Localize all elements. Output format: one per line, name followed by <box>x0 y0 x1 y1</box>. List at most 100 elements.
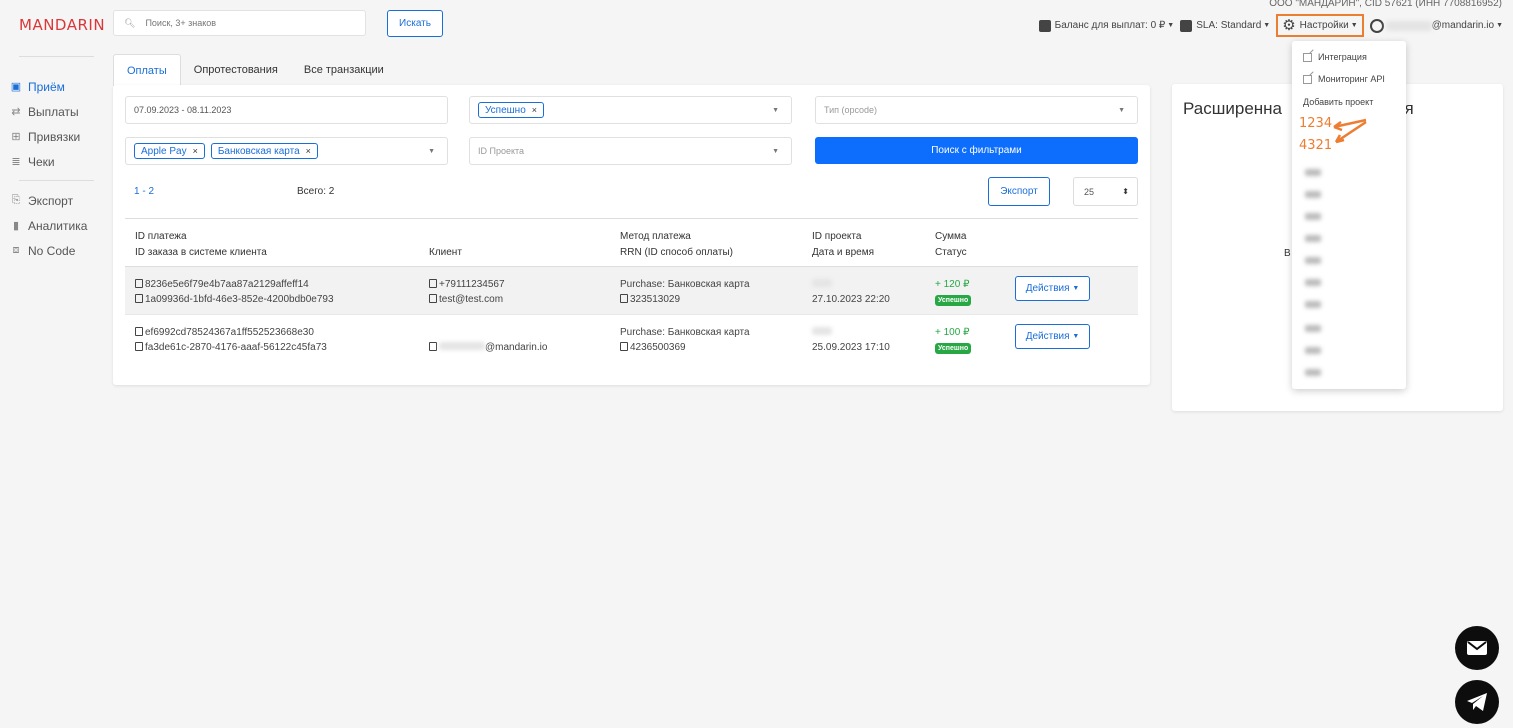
copy-icon[interactable] <box>620 294 628 303</box>
close-icon[interactable]: × <box>532 105 537 115</box>
menu-item-integration[interactable]: Интеграция <box>1303 52 1367 62</box>
sidebar-item-bindings[interactable]: ⊞ Привязки <box>9 124 109 149</box>
project-item-redacted[interactable] <box>1305 301 1321 308</box>
project-item-redacted[interactable] <box>1305 279 1321 286</box>
check-icon: ≣ <box>11 156 21 168</box>
project-id-select[interactable]: ID Проекта ▼ <box>469 137 792 165</box>
filter-search-button[interactable]: Поиск с фильтрами <box>815 137 1138 164</box>
sidebar-item-nocode[interactable]: ⧈ No Code <box>9 238 109 263</box>
sidebar-item-export[interactable]: ⎘ Экспорт <box>9 188 109 213</box>
sort-arrows-icon: ⬍ <box>1122 187 1129 196</box>
cell-client: +79111234567 test@test.com <box>429 277 505 307</box>
logo[interactable]: MANDARIN <box>19 16 105 34</box>
company-info: ООО "МАНДАРИН", CID 57621 (ИНН 770881695… <box>1269 0 1502 9</box>
project-item-redacted[interactable] <box>1305 369 1321 376</box>
sidebar-divider <box>19 56 94 57</box>
topbar: Баланс для выплат: 0 ₽ ▼ SLA: Standard ▼… <box>1033 14 1503 37</box>
copy-icon[interactable] <box>135 294 143 303</box>
method-tag-bank-card[interactable]: Банковская карта × <box>210 143 318 159</box>
balance-label: Баланс для выплат: 0 ₽ <box>1054 20 1166 31</box>
copy-icon[interactable] <box>135 327 143 336</box>
actions-button[interactable]: Действия ▼ <box>1015 324 1090 349</box>
method-tag-apple-pay[interactable]: Apple Pay × <box>134 143 205 159</box>
date-range-field[interactable]: 07.09.2023 - 08.11.2023 <box>125 96 448 124</box>
project-item-redacted[interactable] <box>1305 325 1321 332</box>
order-id: 1a09936d-1bfd-46e3-852e-4200bdb0e793 <box>145 294 334 305</box>
sidebar-item-analytics[interactable]: ▮ Аналитика <box>9 213 109 238</box>
header-label: RRN (ID способ оплаты) <box>620 247 733 258</box>
project-item-redacted[interactable] <box>1305 169 1321 176</box>
per-page-select[interactable]: 25 ⬍ <box>1073 177 1138 206</box>
project-item-1234[interactable]: 1234 <box>1299 116 1332 131</box>
status-select[interactable]: Успешно × ▼ <box>469 96 792 124</box>
balance-dropdown[interactable]: Баланс для выплат: 0 ₽ ▼ <box>1038 19 1174 32</box>
cell-client: @mandarin.io <box>429 325 547 355</box>
table-row[interactable]: 8236e5e6f79e4b7aa87a2129affeff14 1a09936… <box>125 267 1138 315</box>
header-project: ID проекта Дата и время <box>812 229 874 261</box>
client-email: test@test.com <box>439 294 504 305</box>
search-input[interactable] <box>145 18 346 28</box>
menu-item-add-project[interactable]: Добавить проект <box>1303 97 1373 107</box>
project-item-redacted[interactable] <box>1305 235 1321 242</box>
tab-all-transactions[interactable]: Все транзакции <box>291 54 397 86</box>
table-row[interactable]: ef6992cd78524367a1ff552523668e30 fa3de61… <box>125 315 1138 363</box>
email-button[interactable] <box>1455 626 1499 670</box>
caret-down-icon: ▼ <box>1350 22 1358 29</box>
close-icon[interactable]: × <box>193 146 198 156</box>
project-placeholder: ID Проекта <box>478 146 525 156</box>
wallet-icon <box>1038 19 1051 32</box>
chevron-down-icon: ▼ <box>1118 106 1125 114</box>
sla-dropdown[interactable]: SLA: Standard ▼ <box>1180 19 1271 32</box>
project-item-redacted[interactable] <box>1305 347 1321 354</box>
copy-icon[interactable] <box>620 342 628 351</box>
header-label: Сумма <box>935 231 967 242</box>
card-title: Расширенна <box>1183 99 1283 118</box>
chevron-down-icon: ▼ <box>772 106 779 114</box>
datetime: 27.10.2023 22:20 <box>812 294 890 305</box>
sidebar-item-payouts[interactable]: ⇄ Выплаты <box>9 99 109 124</box>
copy-icon[interactable] <box>135 279 143 288</box>
payment-method: Purchase: Банковская карта <box>620 279 750 290</box>
actions-label: Действия <box>1025 283 1070 294</box>
payment-method-select[interactable]: Apple Pay × Банковская карта × ▼ <box>125 137 448 165</box>
caret-down-icon: ▼ <box>1263 22 1271 29</box>
chevron-down-icon: ▼ <box>772 147 779 155</box>
copy-icon[interactable] <box>429 294 437 303</box>
payment-id: ef6992cd78524367a1ff552523668e30 <box>145 327 314 338</box>
code-icon: ⧈ <box>12 244 20 256</box>
menu-item-api-monitoring[interactable]: Мониторинг API <box>1303 74 1385 84</box>
type-select[interactable]: Тип (opcode) ▼ <box>815 96 1138 124</box>
actions-button[interactable]: Действия ▼ <box>1015 276 1090 301</box>
project-item-4321[interactable]: 4321 <box>1299 138 1332 153</box>
header-amount: Сумма Статус <box>935 229 967 261</box>
header-label: Статус <box>935 247 967 258</box>
settings-dropdown[interactable]: ⚙ Настройки ▼ <box>1276 14 1364 37</box>
pagination-range[interactable]: 1 - 2 <box>134 186 154 197</box>
project-item-redacted[interactable] <box>1305 191 1321 198</box>
user-dropdown[interactable]: @mandarin.io ▼ <box>1369 18 1503 33</box>
sidebar-group-main: ▣ Приём ⇄ Выплаты ⊞ Привязки ≣ Чеки <box>9 74 109 174</box>
sidebar-item-label: No Code <box>28 243 76 258</box>
sla-label: SLA: Standard <box>1196 20 1262 31</box>
sidebar-item-checks[interactable]: ≣ Чеки <box>9 149 109 174</box>
search-button[interactable]: Искать <box>387 10 443 37</box>
menu-item-label: Интеграция <box>1318 52 1367 62</box>
telegram-button[interactable] <box>1455 680 1499 724</box>
client-phone: +79111234567 <box>439 279 505 290</box>
status-badge: Успешно <box>935 295 972 306</box>
copy-icon[interactable] <box>429 342 437 351</box>
tab-disputes[interactable]: Опротестования <box>181 54 291 86</box>
project-item-redacted[interactable] <box>1305 257 1321 264</box>
sidebar-item-priem[interactable]: ▣ Приём <box>9 74 109 99</box>
copy-icon[interactable] <box>429 279 437 288</box>
export-button[interactable]: Экспорт <box>988 177 1050 206</box>
project-item-redacted[interactable] <box>1305 213 1321 220</box>
rrn: 4236500369 <box>630 342 686 353</box>
copy-icon[interactable] <box>135 342 143 351</box>
search-box[interactable]: 🔍︎ <box>113 10 366 36</box>
cell-method: Purchase: Банковская карта 4236500369 <box>620 325 750 355</box>
sidebar-group-tools: ⎘ Экспорт ▮ Аналитика ⧈ No Code <box>9 188 109 263</box>
close-icon[interactable]: × <box>306 146 311 156</box>
status-tag[interactable]: Успешно × <box>478 102 545 118</box>
tab-payments[interactable]: Оплаты <box>113 54 181 86</box>
